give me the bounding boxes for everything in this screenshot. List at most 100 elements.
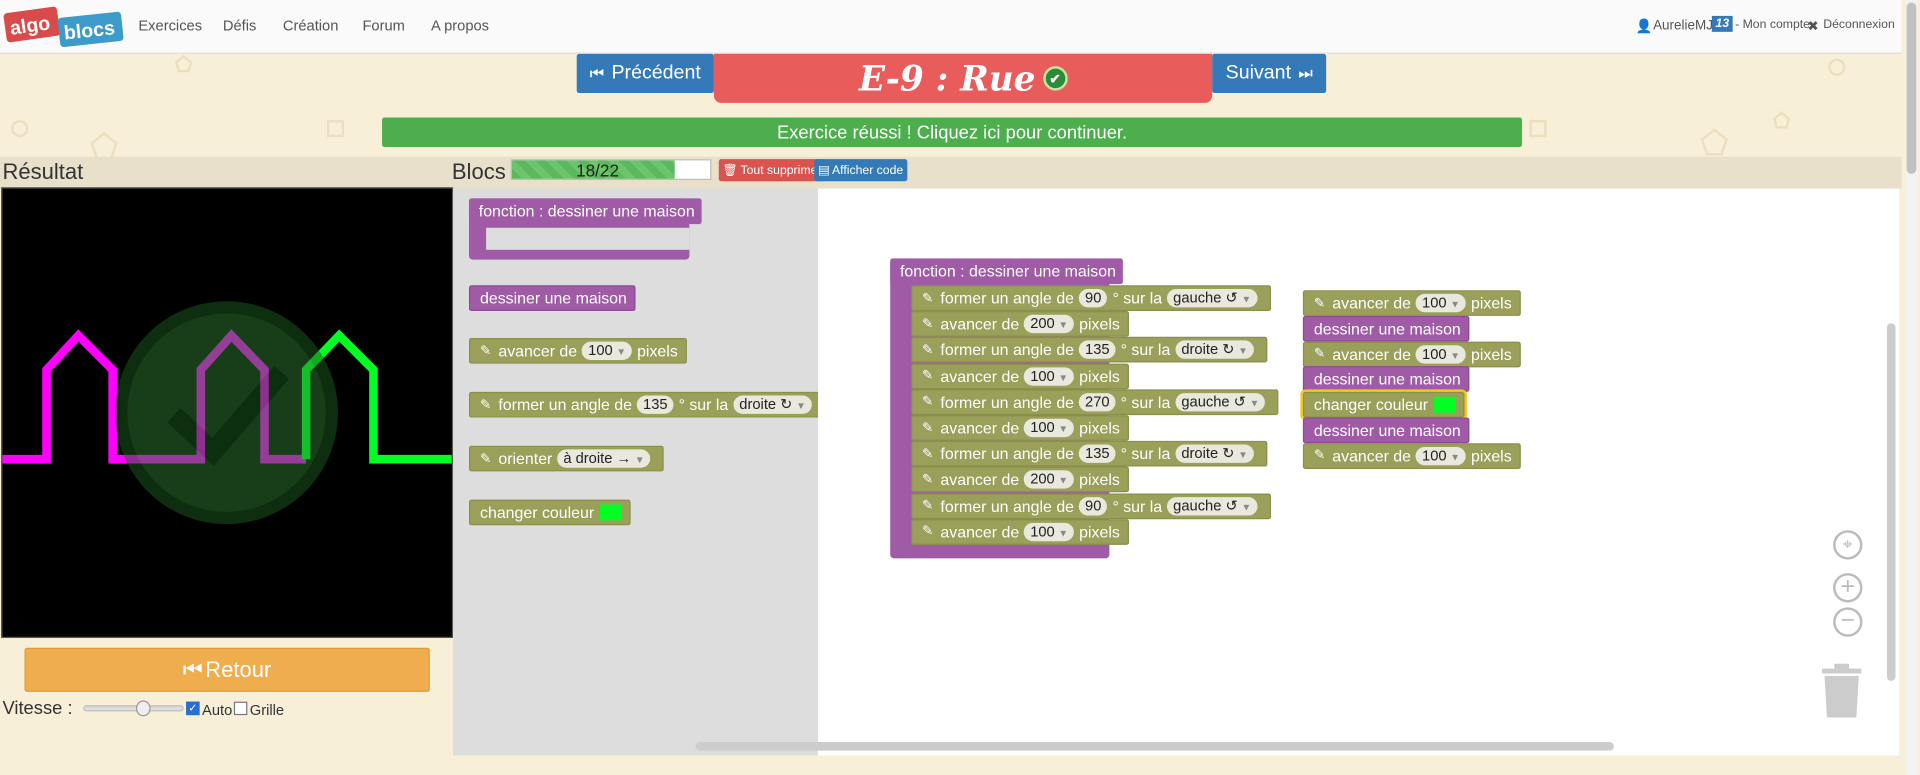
advance-block[interactable]: ✎ avancer de 100 ▼ pixels: [1302, 290, 1521, 316]
turn-mid: ° sur la: [1120, 340, 1171, 360]
algoblocs-logo[interactable]: algo blocs: [2, 2, 124, 51]
advance-value-field[interactable]: 200 ▼: [1024, 470, 1075, 490]
trash-icon[interactable]: [1820, 663, 1864, 720]
color-label: changer couleur: [1313, 395, 1429, 415]
username[interactable]: AurelieMJ: [1653, 18, 1713, 33]
toolbox-call-block[interactable]: dessiner une maison: [468, 285, 636, 312]
turn-direction: gauche ↺: [1173, 496, 1238, 514]
user-badge: 13: [1711, 15, 1733, 32]
advance-unit: pixels: [1079, 522, 1120, 541]
workspace-horizontal-scrollbar[interactable]: [695, 742, 1614, 751]
blocks-workspace[interactable]: fonction : dessiner une maison ✎ former u…: [695, 188, 1900, 756]
advance-block[interactable]: ✎ avancer de 100 ▼ pixels: [911, 518, 1129, 545]
advance-block[interactable]: ✎ avancer de 100 ▼ pixels: [1302, 443, 1521, 469]
previous-button[interactable]: ⏮ Précédent: [576, 53, 714, 94]
turn-block[interactable]: ✎ former un angle de 90 ° sur la gauche ↺ ▼: [911, 492, 1271, 519]
advance-label: avancer de: [498, 341, 578, 361]
call-block[interactable]: dessiner une maison: [1302, 366, 1470, 393]
advance-value-field[interactable]: 200 ▼: [1024, 314, 1075, 334]
function-definition-header[interactable]: fonction : dessiner une maison: [890, 258, 1124, 285]
turn-value-field[interactable]: 90: [1078, 288, 1108, 308]
toolbox-orient-block[interactable]: ✎ orienter à droite → ▼: [468, 445, 665, 472]
logout-link[interactable]: Déconnexion: [1823, 18, 1894, 31]
advance-value-field[interactable]: 100 ▼: [1415, 446, 1467, 466]
nav-exercices[interactable]: Exercices: [138, 17, 202, 34]
toolbox-turn-block[interactable]: ✎ former un angle de 135 ° sur la droite…: [468, 391, 826, 418]
pencil-icon: ✎: [480, 343, 492, 359]
advance-value-field[interactable]: 100 ▼: [1024, 366, 1075, 386]
advance-block[interactable]: ✎ avancer de 100 ▼ pixels: [911, 415, 1129, 441]
zoom-in-icon[interactable]: +: [1833, 573, 1863, 603]
color-swatch[interactable]: [1434, 396, 1457, 413]
advance-block[interactable]: ✎ avancer de 100 ▼ pixels: [1302, 341, 1521, 367]
retour-button[interactable]: ⏮ Retour: [24, 647, 430, 692]
advance-value-field[interactable]: 100 ▼: [1415, 293, 1467, 313]
turn-direction: gauche ↺: [1181, 392, 1246, 410]
turn-block[interactable]: ✎ former un angle de 135 ° sur la droite ↻ ▼: [911, 441, 1268, 467]
turn-value-field[interactable]: 270: [1078, 392, 1116, 412]
turn-value-field[interactable]: 135: [1078, 340, 1116, 360]
advance-value-field[interactable]: 100 ▼: [582, 341, 633, 361]
color-swatch[interactable]: [600, 504, 623, 521]
nav-creation[interactable]: Création: [283, 17, 339, 34]
chevron-down-icon: ▼: [1241, 293, 1252, 305]
chevron-down-icon: ▼: [1058, 423, 1069, 435]
nav-forum[interactable]: Forum: [362, 17, 404, 34]
success-banner[interactable]: Exercice réussi ! Cliquez ici pour conti…: [382, 117, 1523, 147]
turn-value-field[interactable]: 135: [636, 395, 674, 414]
orient-value: à droite →: [563, 449, 632, 467]
workspace-vertical-scrollbar[interactable]: [1886, 323, 1896, 681]
toolbox-color-block[interactable]: changer couleur: [468, 499, 631, 526]
advance-unit: pixels: [1470, 344, 1512, 364]
turn-direction-field[interactable]: droite ↻ ▼: [1175, 444, 1255, 464]
turn-direction-field[interactable]: gauche ↺ ▼: [1167, 288, 1258, 308]
advance-unit: pixels: [1079, 418, 1120, 438]
toolbox-function-header: fonction : dessiner une maison: [468, 198, 703, 225]
turn-mid: ° sur la: [678, 395, 729, 414]
page-scrollbar-thumb[interactable]: [1906, 2, 1917, 174]
advance-value-field[interactable]: 100 ▼: [1024, 522, 1075, 541]
speed-slider[interactable]: [83, 700, 184, 717]
nav-apropos[interactable]: A propos: [431, 17, 489, 34]
advance-block[interactable]: ✎ avancer de 200 ▼ pixels: [911, 311, 1129, 337]
color-block[interactable]: changer couleur: [1300, 389, 1468, 421]
account-link[interactable]: - Mon compte: [1735, 18, 1810, 31]
next-button[interactable]: Suivant ⏭: [1212, 53, 1327, 94]
advance-block[interactable]: ✎ avancer de 100 ▼ pixels: [911, 363, 1129, 389]
advance-unit: pixels: [637, 341, 678, 361]
call-block[interactable]: dessiner une maison: [1302, 417, 1470, 444]
next-label: Suivant: [1225, 62, 1292, 84]
advance-label: avancer de: [1332, 344, 1412, 364]
auto-checkbox[interactable]: ✓: [186, 701, 200, 716]
turn-value-field[interactable]: 135: [1078, 444, 1116, 464]
advance-value-field[interactable]: 100 ▼: [1024, 418, 1075, 438]
user-icon: 👤: [1635, 19, 1653, 35]
advance-block[interactable]: ✎ avancer de 200 ▼ pixels: [911, 467, 1129, 493]
turn-direction-field[interactable]: gauche ↺ ▼: [1167, 496, 1258, 516]
turn-direction-field[interactable]: gauche ↺ ▼: [1175, 392, 1266, 412]
turn-value-field[interactable]: 90: [1078, 496, 1108, 516]
zoom-out-icon[interactable]: −: [1833, 607, 1863, 637]
show-code-button[interactable]: ▤ Afficher code: [814, 159, 907, 182]
delete-all-button[interactable]: 🗑 Tout supprimer: [718, 159, 826, 182]
grid-checkbox[interactable]: [233, 701, 248, 716]
toolbox-function-block[interactable]: fonction : dessiner une maison: [468, 198, 703, 260]
page-scrollbar[interactable]: [1905, 0, 1918, 775]
toolbox-advance-block[interactable]: ✎ avancer de 100 ▼ pixels: [468, 337, 687, 364]
turn-block[interactable]: ✎ former un angle de 270 ° sur la gauche ↺ ▼: [911, 389, 1279, 415]
auto-label: Auto: [202, 701, 233, 719]
advance-value: 100: [1422, 446, 1447, 464]
pencil-icon: ✎: [922, 498, 934, 514]
turn-block[interactable]: ✎ former un angle de 90 ° sur la gauche ↺ ▼: [911, 285, 1271, 312]
speed-slider-knob[interactable]: [135, 700, 151, 717]
orient-value-field[interactable]: à droite → ▼: [557, 449, 651, 468]
turn-direction-field[interactable]: droite ↻ ▼: [1175, 340, 1255, 360]
call-block[interactable]: dessiner une maison: [1302, 315, 1470, 342]
advance-value-field[interactable]: 100 ▼: [1415, 344, 1467, 364]
turn-direction-field[interactable]: droite ↻ ▼: [733, 395, 812, 414]
nav-defis[interactable]: Défis: [223, 17, 256, 34]
drawing: [2, 301, 452, 525]
turn-value: 270: [1085, 392, 1110, 410]
turn-block[interactable]: ✎ former un angle de 135 ° sur la droite ↻ ▼: [911, 337, 1268, 363]
recenter-icon[interactable]: ⌖: [1833, 530, 1863, 560]
